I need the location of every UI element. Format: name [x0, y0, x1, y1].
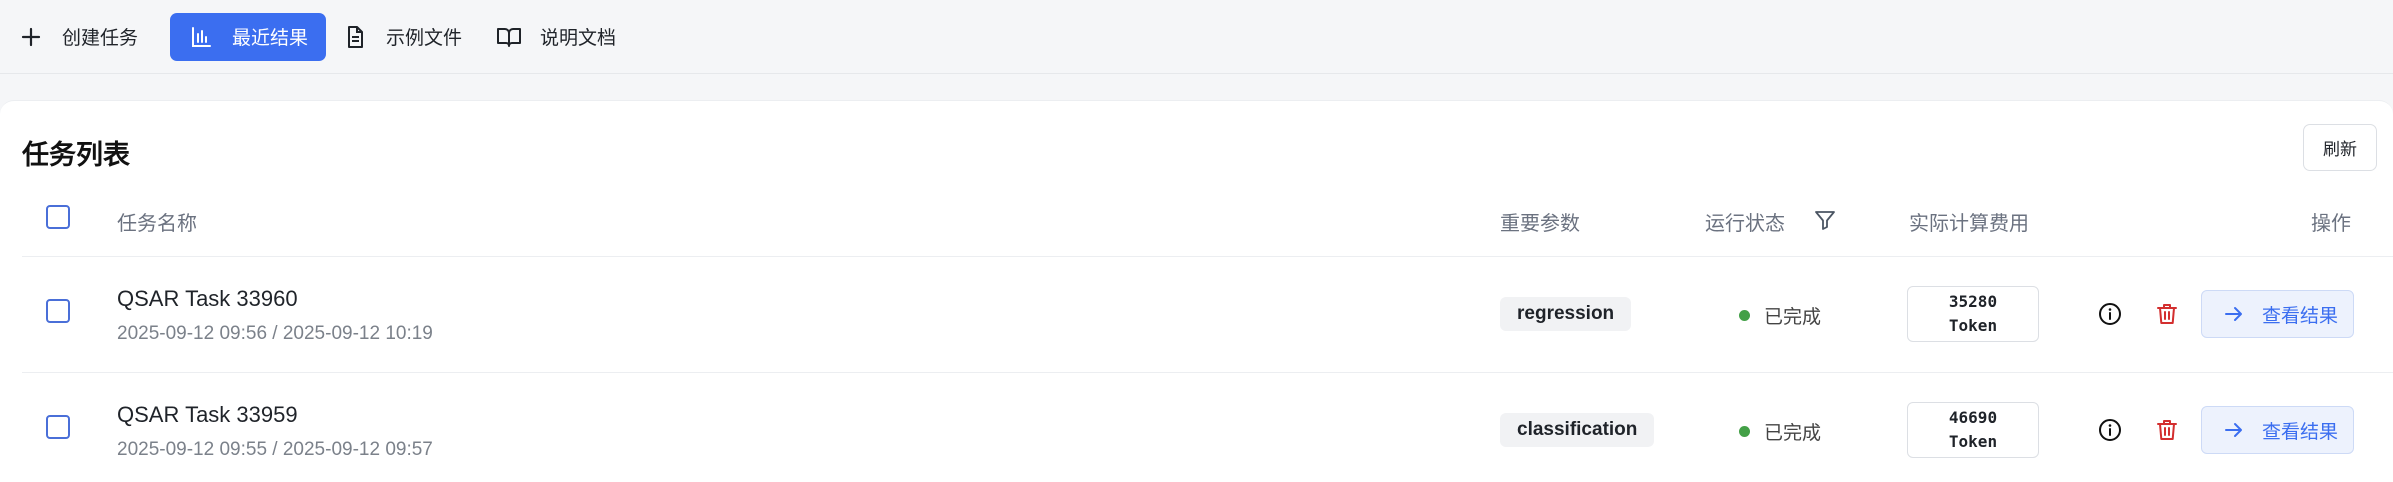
view-results-label: 查看结果 — [2262, 421, 2339, 443]
top-nav: 创建任务 最近结果 示例文件 说明文档 — [0, 0, 2393, 74]
status-label: 已完成 — [1764, 423, 1822, 444]
nav-recent-results-label: 最近结果 — [232, 28, 309, 49]
cost-value: 46690 — [1948, 408, 1998, 427]
header-status: 运行状态 — [1705, 213, 1785, 235]
info-icon[interactable] — [2096, 416, 2124, 444]
row-checkbox[interactable] — [46, 299, 70, 323]
cost-unit: Token — [1948, 316, 1998, 335]
status-label: 已完成 — [1764, 307, 1822, 328]
header-actions: 操作 — [2311, 213, 2351, 235]
select-all-checkbox[interactable] — [46, 205, 70, 229]
status-badge: 已完成 — [1739, 302, 1821, 329]
refresh-button[interactable]: 刷新 — [2303, 124, 2377, 171]
status-dot — [1739, 426, 1750, 437]
delete-icon[interactable] — [2153, 416, 2181, 444]
cost-box: 46690 Token — [1907, 402, 2039, 458]
row-divider — [22, 372, 2393, 373]
header-cost: 实际计算费用 — [1909, 213, 2029, 235]
status-badge: 已完成 — [1739, 418, 1821, 445]
cost-box: 35280 Token — [1907, 286, 2039, 342]
row-divider — [22, 256, 2393, 257]
delete-icon[interactable] — [2153, 300, 2181, 328]
arrow-right-icon — [2225, 307, 2242, 321]
page-title: 任务列表 — [22, 140, 130, 170]
header-task-name: 任务名称 — [117, 213, 197, 235]
view-results-button[interactable]: 查看结果 — [2201, 406, 2354, 454]
cost-value: 35280 — [1948, 292, 1998, 311]
header-params: 重要参数 — [1500, 213, 1580, 235]
nav-recent-results[interactable]: 最近结果 — [170, 12, 327, 61]
nav-create-task[interactable]: 创建任务 — [16, 13, 156, 61]
param-tag: regression — [1500, 297, 1632, 331]
document-icon — [342, 24, 368, 50]
param-tag: classification — [1500, 413, 1655, 447]
cost-unit: Token — [1948, 432, 1998, 451]
arrow-right-icon — [2225, 423, 2242, 437]
row-checkbox[interactable] — [46, 415, 70, 439]
book-icon — [496, 24, 522, 50]
view-results-label: 查看结果 — [2262, 305, 2339, 327]
nav-example-files-label: 示例文件 — [386, 28, 463, 49]
task-time: 2025-09-12 09:55 / 2025-09-12 09:57 — [117, 439, 433, 460]
task-name[interactable]: QSAR Task 33959 — [117, 402, 298, 428]
task-name[interactable]: QSAR Task 33960 — [117, 286, 298, 312]
filter-icon[interactable] — [1813, 208, 1837, 232]
nav-create-task-label: 创建任务 — [62, 28, 139, 49]
nav-docs[interactable]: 说明文档 — [494, 13, 634, 61]
task-time: 2025-09-12 09:56 / 2025-09-12 10:19 — [117, 323, 433, 344]
view-results-button[interactable]: 查看结果 — [2201, 290, 2354, 338]
nav-example-files[interactable]: 示例文件 — [340, 13, 480, 61]
bar-chart-icon — [188, 24, 214, 50]
info-icon[interactable] — [2096, 300, 2124, 328]
status-dot — [1739, 310, 1750, 321]
nav-docs-label: 说明文档 — [540, 28, 617, 49]
plus-icon — [18, 24, 44, 50]
